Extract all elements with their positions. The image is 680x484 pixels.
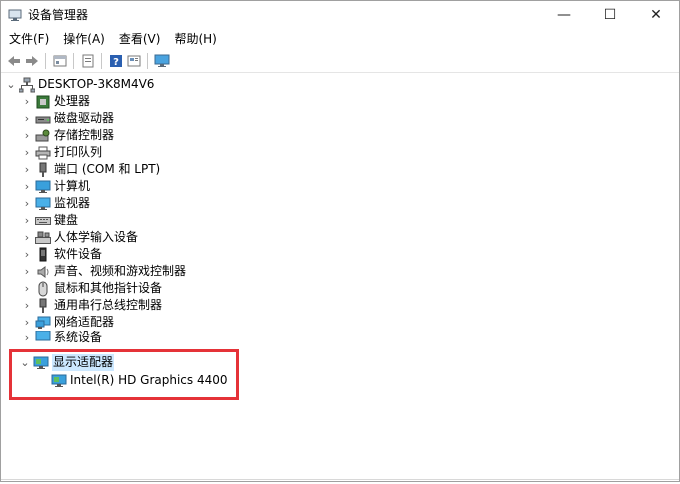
tree-item-label: 声音、视频和游戏控制器 <box>54 264 187 278</box>
chevron-right-icon[interactable]: › <box>21 161 33 178</box>
tree-item-label: 人体学输入设备 <box>54 230 139 244</box>
forward-icon[interactable] <box>23 52 41 70</box>
tree-item-label: 鼠标和其他指针设备 <box>54 281 163 295</box>
tree-item-label: 打印队列 <box>54 145 103 159</box>
tree-item-label: 存储控制器 <box>54 128 115 142</box>
hid-icon <box>35 230 51 246</box>
minimize-button[interactable]: — <box>541 1 587 29</box>
tree-item-network-adapters[interactable]: › 网络适配器 <box>21 314 114 331</box>
toolbar-separator <box>147 53 148 69</box>
keyboard-icon <box>35 213 51 229</box>
tree-item-label: 系统设备 <box>54 331 103 343</box>
menu-help[interactable]: 帮助(H) <box>168 29 222 49</box>
tree-item-label: 端口 (COM 和 LPT) <box>54 162 161 176</box>
device-manager-icon <box>8 8 22 22</box>
toolbar-separator <box>45 53 46 69</box>
view-icon[interactable] <box>125 52 143 70</box>
tree-item-label: 键盘 <box>54 213 79 227</box>
help-icon[interactable]: ? <box>107 52 125 70</box>
toolbar: ? <box>1 50 679 73</box>
chevron-right-icon[interactable]: › <box>21 229 33 246</box>
tree-item-label: 监视器 <box>54 196 91 210</box>
tree-item-label: 计算机 <box>54 179 91 193</box>
tree-item-label: 软件设备 <box>54 247 103 261</box>
printer-icon <box>35 145 51 161</box>
tree-item-computer[interactable]: › 计算机 <box>21 178 90 195</box>
tree-item-sound[interactable]: › 声音、视频和游戏控制器 <box>21 263 186 280</box>
tree-item-storage-controllers[interactable]: › 存储控制器 <box>21 127 114 144</box>
tree-item-hid[interactable]: › 人体学输入设备 <box>21 229 138 246</box>
computer-network-icon <box>19 77 35 93</box>
tree-item-label: 磁盘驱动器 <box>54 111 115 125</box>
tree-item-keyboards[interactable]: › 键盘 <box>21 212 78 229</box>
usb-icon <box>35 298 51 314</box>
tree-item-software-devices[interactable]: › 软件设备 <box>21 246 102 263</box>
chevron-right-icon[interactable]: › <box>21 144 33 161</box>
chevron-right-icon[interactable]: › <box>21 110 33 127</box>
menu-view[interactable]: 查看(V) <box>113 29 167 49</box>
menu-bar: 文件(F) 操作(A) 查看(V) 帮助(H) <box>1 29 679 49</box>
tree-item-label: 处理器 <box>54 94 91 108</box>
processor-icon <box>35 94 51 110</box>
maximize-button[interactable]: ☐ <box>587 1 633 29</box>
tree-item-ports[interactable]: › 端口 (COM 和 LPT) <box>21 161 160 178</box>
chevron-right-icon[interactable]: › <box>21 246 33 263</box>
menu-action[interactable]: 操作(A) <box>57 29 111 49</box>
computer-icon <box>35 179 51 195</box>
disk-drive-icon <box>35 111 51 127</box>
software-device-icon <box>35 247 51 263</box>
device-manager-window: 设备管理器 — ☐ ✕ 文件(F) 操作(A) 查看(V) 帮助(H) ? ⌄ … <box>0 0 680 482</box>
network-adapter-icon <box>35 315 51 331</box>
chevron-right-icon[interactable]: › <box>21 178 33 195</box>
toolbar-separator <box>101 53 102 69</box>
storage-controller-icon <box>35 128 51 144</box>
chevron-right-icon[interactable]: › <box>21 314 33 331</box>
speaker-icon <box>35 264 51 280</box>
title-bar[interactable]: 设备管理器 — ☐ ✕ <box>1 1 679 29</box>
monitor-icon <box>35 196 51 212</box>
chevron-right-icon[interactable]: › <box>21 127 33 144</box>
port-icon <box>35 162 51 178</box>
tree-item-usb[interactable]: › 通用串行总线控制器 <box>21 297 162 314</box>
menu-file[interactable]: 文件(F) <box>3 29 55 49</box>
tree-item-system-devices[interactable]: › 系统设备 <box>21 331 102 343</box>
tree-root[interactable]: ⌄ DESKTOP-3K8M4V6 <box>5 76 154 93</box>
chevron-right-icon[interactable]: › <box>21 280 33 297</box>
window-title: 设备管理器 <box>28 8 89 22</box>
back-icon[interactable] <box>5 52 23 70</box>
chevron-right-icon[interactable]: › <box>21 195 33 212</box>
system-device-icon <box>35 331 51 343</box>
update-driver-icon[interactable] <box>79 52 97 70</box>
svg-text:?: ? <box>113 57 119 68</box>
close-button[interactable]: ✕ <box>633 1 679 29</box>
chevron-right-icon[interactable]: › <box>21 297 33 314</box>
tree-item-print-queues[interactable]: › 打印队列 <box>21 144 102 161</box>
tree-item-monitors[interactable]: › 监视器 <box>21 195 90 212</box>
tree-item-label: 通用串行总线控制器 <box>54 298 163 312</box>
mouse-icon <box>35 281 51 297</box>
tree-item-mice[interactable]: › 鼠标和其他指针设备 <box>21 280 162 297</box>
chevron-right-icon[interactable]: › <box>21 212 33 229</box>
tree-item-label: 网络适配器 <box>54 315 115 329</box>
highlight-annotation-box <box>9 349 239 400</box>
chevron-right-icon[interactable]: › <box>21 331 33 343</box>
monitor-icon[interactable] <box>153 52 171 70</box>
properties-icon[interactable] <box>51 52 69 70</box>
chevron-down-icon[interactable]: ⌄ <box>5 76 17 93</box>
tree-root-label: DESKTOP-3K8M4V6 <box>38 77 155 91</box>
tree-item-disk-drives[interactable]: › 磁盘驱动器 <box>21 110 114 127</box>
chevron-right-icon[interactable]: › <box>21 93 33 110</box>
tree-item-processor[interactable]: › 处理器 <box>21 93 90 110</box>
device-tree: ⌄ DESKTOP-3K8M4V6 › 处理器 › 磁盘驱动器 › 存储控制器 … <box>1 74 679 480</box>
chevron-right-icon[interactable]: › <box>21 263 33 280</box>
toolbar-separator <box>73 53 74 69</box>
